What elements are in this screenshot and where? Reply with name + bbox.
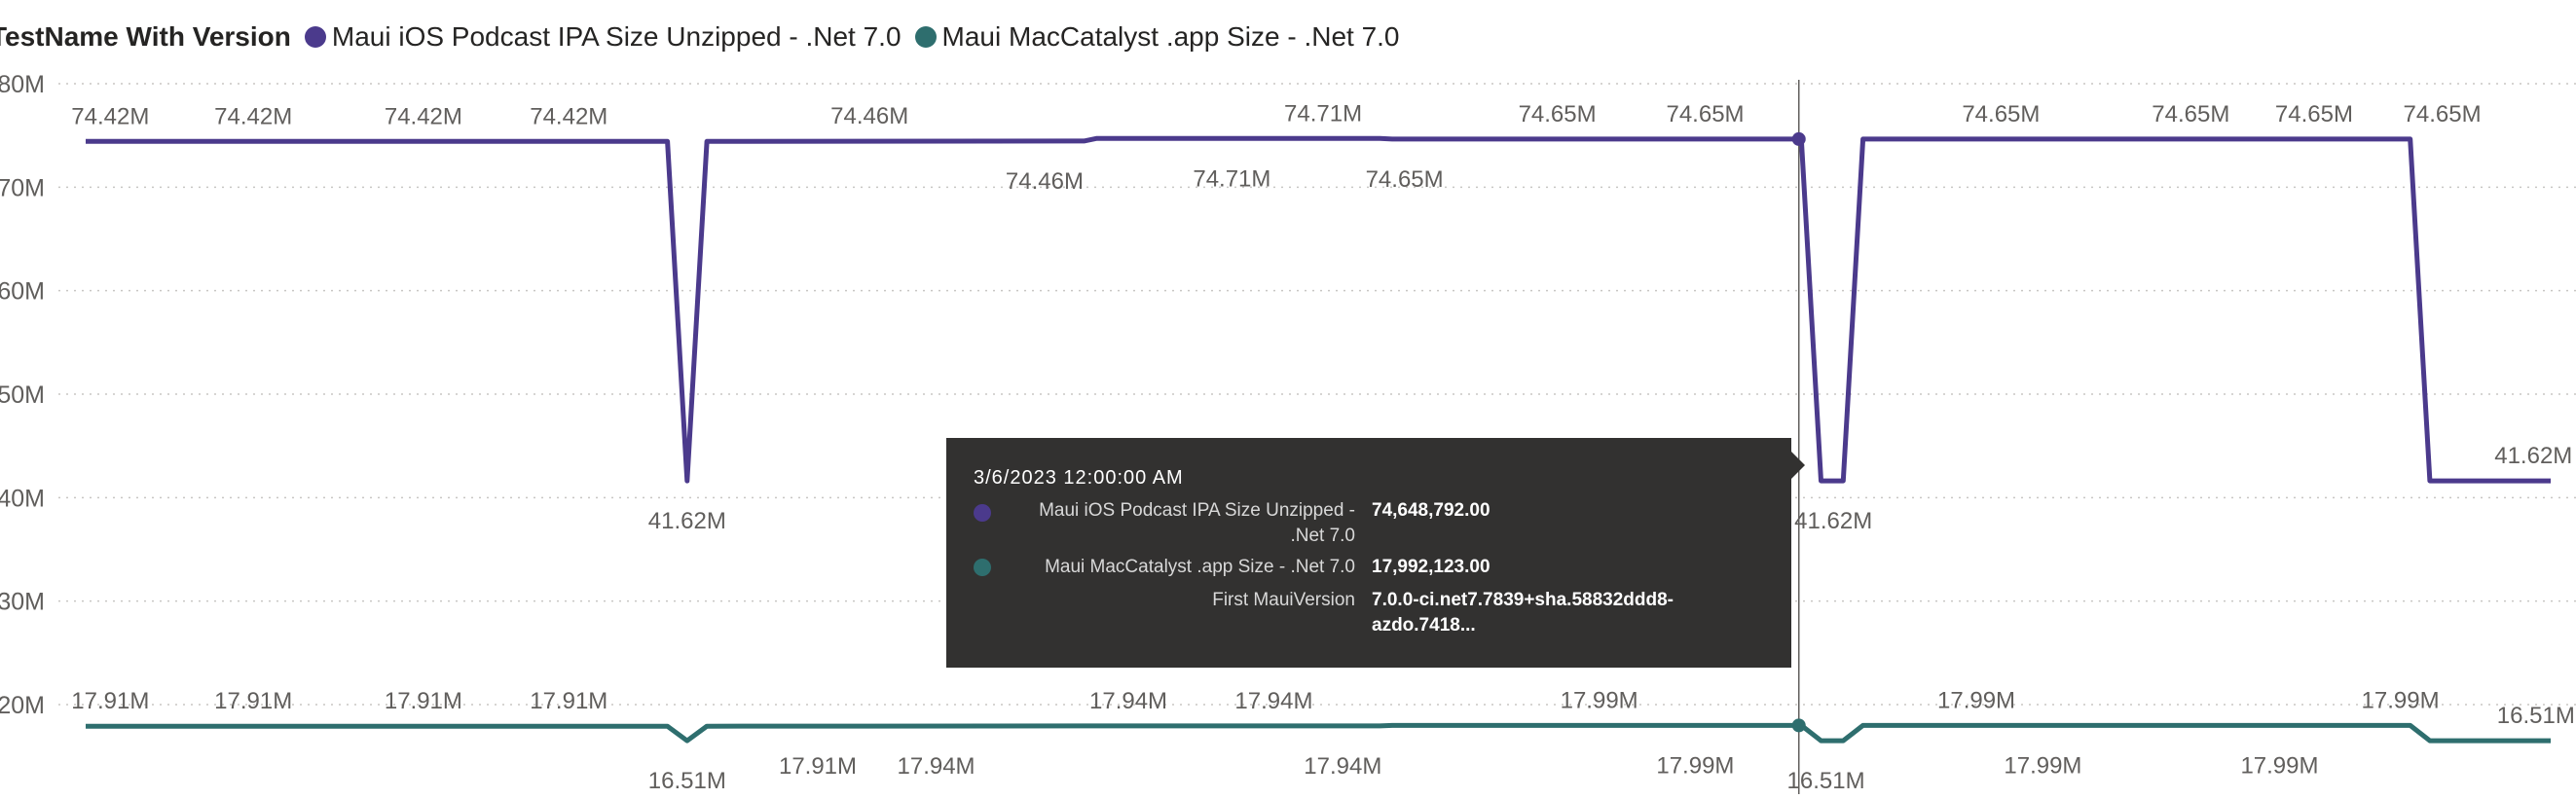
data-label: 74.46M: [1006, 168, 1084, 195]
data-label: 17.99M: [1937, 687, 2015, 713]
data-label: 41.62M: [1794, 508, 1872, 534]
data-label: 74.46M: [830, 103, 908, 129]
legend-dot-ios: [304, 26, 326, 48]
data-label: 74.71M: [1193, 165, 1270, 192]
tooltip-arrow: [1791, 452, 1805, 479]
legend-item-ios[interactable]: Maui iOS Podcast IPA Size Unzipped - .Ne…: [304, 21, 902, 53]
data-label: 17.94M: [1089, 688, 1167, 714]
data-label: 16.51M: [1787, 768, 1865, 794]
y-tick-label: 50M: [0, 381, 45, 409]
y-tick-label: 40M: [0, 485, 45, 512]
data-label: 17.94M: [1234, 688, 1312, 714]
y-tick-label: 70M: [0, 174, 45, 201]
series-line-0: [86, 135, 2551, 484]
data-label: 74.65M: [2404, 101, 2482, 127]
data-label: 74.42M: [71, 103, 149, 129]
data-label: 74.42M: [530, 103, 607, 129]
data-label: 74.42M: [214, 103, 292, 129]
data-label: 17.99M: [1656, 752, 1734, 779]
data-label: 41.62M: [2494, 443, 2572, 469]
y-tick-label: 30M: [0, 589, 45, 616]
chart-area: 20M 30M 40M 50M 60M 70M 80M 74.42M 74.42M 74.42M 7…: [0, 0, 2576, 794]
data-label: 17.91M: [71, 688, 149, 714]
data-label: 17.91M: [385, 688, 462, 714]
data-label: 17.94M: [898, 753, 975, 780]
hover-point-ios: [1791, 131, 1806, 146]
data-label: 17.99M: [2362, 687, 2440, 713]
data-label: 17.99M: [2240, 752, 2318, 779]
y-tick-label: 80M: [0, 71, 45, 98]
data-label: 74.65M: [2275, 101, 2353, 127]
tooltip-label-ios: Maui iOS Podcast IPA Size Unzipped - .Ne…: [1039, 500, 1355, 546]
legend-dot-maccatalyst: [914, 26, 937, 48]
tooltip-value-ios: 74,648,792.00: [1372, 500, 1490, 521]
tooltip-date: 3/6/2023 12:00:00 AM: [974, 467, 1184, 489]
y-tick-label: 60M: [0, 278, 45, 306]
legend: TestName With Version Maui iOS Podcast I…: [0, 18, 1414, 56]
data-label: 74.65M: [1366, 166, 1444, 193]
data-label: 74.71M: [1284, 100, 1362, 127]
hover-point-maccatalyst: [1791, 718, 1806, 733]
data-label: 17.91M: [779, 753, 857, 780]
series-line-1: [86, 722, 2551, 744]
data-label: 17.91M: [530, 688, 607, 714]
data-label: 41.62M: [648, 508, 726, 534]
data-label: 74.65M: [1962, 101, 2040, 127]
data-label: 17.99M: [1561, 687, 1638, 713]
data-label: 17.94M: [1304, 753, 1381, 780]
data-label: 16.51M: [2497, 703, 2575, 729]
tooltip-label-version: First MauiVersion: [1212, 590, 1355, 610]
data-label: 74.65M: [2152, 101, 2229, 127]
data-label: 17.91M: [214, 688, 292, 714]
tooltip: 3/6/2023 12:00:00 AM Maui iOS Podcast IP…: [946, 438, 1805, 668]
line-chart[interactable]: 20M 30M 40M 50M 60M 70M 80M 74.42M 74.42M 74.42M 7…: [0, 0, 2576, 794]
legend-title: TestName With Version: [0, 21, 291, 52]
data-label: 74.65M: [1519, 101, 1597, 127]
data-label: 74.42M: [385, 103, 462, 129]
data-label: 16.51M: [648, 768, 726, 794]
y-tick-label: 20M: [0, 692, 45, 719]
tooltip-value-maccatalyst: 17,992,123.00: [1372, 557, 1490, 577]
legend-label-maccatalyst: Maui MacCatalyst .app Size - .Net 7.0: [941, 21, 1400, 52]
data-label: 74.65M: [1666, 101, 1744, 127]
data-label: 17.99M: [2004, 752, 2081, 779]
legend-label-ios: Maui iOS Podcast IPA Size Unzipped - .Ne…: [331, 21, 902, 52]
tooltip-label-maccatalyst: Maui MacCatalyst .app Size - .Net 7.0: [1045, 557, 1355, 577]
legend-item-maccatalyst[interactable]: Maui MacCatalyst .app Size - .Net 7.0: [914, 21, 1400, 53]
tooltip-dot-maccatalyst: [974, 559, 991, 576]
tooltip-dot-ios: [974, 504, 991, 522]
tooltip-value-version: 7.0.0-ci.net7.7839+sha.58832ddd8-azdo.74…: [1372, 590, 1674, 636]
